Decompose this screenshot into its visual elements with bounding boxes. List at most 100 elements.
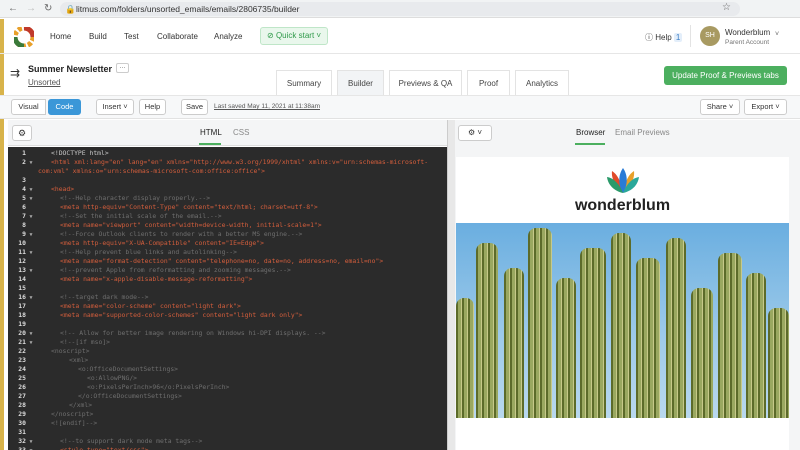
tab-previews-qa[interactable]: Previews & QA bbox=[389, 70, 462, 95]
share-dropdown[interactable]: Share ˅ bbox=[700, 99, 740, 115]
more-options-button[interactable]: ··· bbox=[116, 63, 129, 73]
update-proof-previews-button[interactable]: Update Proof & Previews tabs bbox=[664, 66, 787, 85]
line-number: 17 bbox=[18, 302, 26, 310]
code-text: <![endif]--> bbox=[51, 419, 98, 427]
code-text: </xml> bbox=[69, 401, 93, 409]
line-number: 27 bbox=[18, 392, 26, 400]
last-saved-link[interactable]: Last saved May 11, 2021 at 11:38am bbox=[214, 103, 320, 110]
tab-email-previews[interactable]: Email Previews bbox=[615, 128, 670, 137]
line-number: 26 bbox=[18, 383, 26, 391]
nav-collaborate[interactable]: Collaborate bbox=[157, 32, 198, 41]
avatar[interactable]: SH bbox=[700, 26, 720, 46]
litmus-logo-icon[interactable] bbox=[14, 27, 34, 47]
code-line: 3 bbox=[8, 176, 447, 185]
code-text: </noscript> bbox=[51, 410, 94, 418]
code-line: 13 ▼ <!--prevent Apple from reformatting a… bbox=[8, 266, 447, 275]
tab-proof[interactable]: Proof bbox=[467, 70, 510, 95]
code-line: 23 <xml> bbox=[8, 356, 447, 365]
export-label: Export bbox=[751, 102, 774, 111]
code-line: 7 ▼ <!--Set the initial scale of the email… bbox=[8, 212, 447, 221]
code-line: 27 </o:OfficeDocumentSettings> bbox=[8, 392, 447, 401]
check-circle-icon: ⊘ bbox=[267, 31, 276, 40]
line-number: 21 bbox=[18, 338, 26, 346]
code-text: <meta name="supported-color-schemes" con… bbox=[60, 311, 303, 319]
code-line: 31 bbox=[8, 428, 447, 437]
save-button[interactable]: Save bbox=[181, 99, 208, 115]
tab-browser[interactable]: Browser bbox=[576, 128, 605, 137]
line-number: 32 bbox=[18, 437, 26, 445]
line-number: 16 bbox=[18, 293, 26, 301]
back-icon[interactable]: ← bbox=[8, 3, 18, 14]
code-line: 2 ▼ <html xml:lang="en" lang="en" xmlns="h… bbox=[8, 158, 447, 167]
forward-icon[interactable]: → bbox=[26, 3, 36, 14]
code-line: 18 <meta name="supported-color-schemes" c… bbox=[8, 311, 447, 320]
line-number: 25 bbox=[18, 374, 26, 382]
code-text: <xml> bbox=[69, 356, 89, 364]
address-bar[interactable]: 🔒 litmus.com/folders/unsorted_emails/emai… bbox=[60, 2, 740, 16]
bookmark-star-icon[interactable]: ☆ bbox=[722, 2, 731, 13]
code-line: 14 <meta name="x-apple-disable-message-re… bbox=[8, 275, 447, 284]
tab-analytics[interactable]: Analytics bbox=[515, 70, 569, 95]
code-text: <head> bbox=[51, 185, 75, 193]
visual-mode-button[interactable]: Visual bbox=[11, 99, 46, 115]
chevron-down-icon[interactable]: ˅ bbox=[775, 31, 779, 38]
line-number: 2 bbox=[22, 158, 26, 166]
help-link[interactable]: ⓘ Help 1 bbox=[645, 32, 683, 43]
insert-label: Insert bbox=[102, 102, 122, 111]
preview-settings-button[interactable]: ⚙ ˅ bbox=[458, 125, 492, 141]
line-number: 19 bbox=[18, 320, 26, 328]
reload-icon[interactable]: ↻ bbox=[44, 3, 52, 14]
line-number: 31 bbox=[18, 428, 26, 436]
code-line: 20 ▼ <!-- Allow for better image rendering… bbox=[8, 329, 447, 338]
line-number: 22 bbox=[18, 347, 26, 355]
resize-handle[interactable] bbox=[447, 120, 455, 450]
code-text: <!--Help character display properly.--> bbox=[60, 194, 211, 202]
tab-builder[interactable]: Builder bbox=[337, 70, 384, 95]
code-line: 26 <o:PixelsPerInch>96</o:PixelsPerInch> bbox=[8, 383, 447, 392]
sidebar-toggle-icon[interactable]: ⇉ bbox=[10, 66, 20, 80]
line-number: 6 bbox=[22, 203, 26, 211]
code-editor[interactable]: 1 <!DOCTYPE html> 2 ▼ <html xml:lang="en" la… bbox=[8, 147, 447, 450]
export-dropdown[interactable]: Export ˅ bbox=[744, 99, 787, 115]
code-line: 25 <o:AllowPNG/> bbox=[8, 374, 447, 383]
help-label: Help bbox=[655, 33, 672, 42]
code-line: 11 ▼ <!--Help prevent blue links and autol… bbox=[8, 248, 447, 257]
code-text: <meta name="color-scheme" content="light… bbox=[60, 302, 241, 310]
code-text: <!--Set the initial scale of the email.-… bbox=[60, 212, 222, 220]
code-text: <!-- Allow for better image rendering on… bbox=[60, 329, 326, 337]
tab-css[interactable]: CSS bbox=[233, 128, 249, 137]
line-number: 11 bbox=[18, 248, 26, 256]
nav-home[interactable]: Home bbox=[50, 32, 71, 41]
folder-link[interactable]: Unsorted bbox=[28, 78, 60, 87]
nav-analyze[interactable]: Analyze bbox=[214, 32, 242, 41]
code-line: 21 ▼ <!--[if mso]> bbox=[8, 338, 447, 347]
nav-test[interactable]: Test bbox=[124, 32, 139, 41]
tab-html[interactable]: HTML bbox=[200, 128, 222, 137]
quick-start-button[interactable]: ⊘ Quick start ˅ bbox=[260, 27, 328, 45]
nav-build[interactable]: Build bbox=[89, 32, 107, 41]
code-text: <o:OfficeDocumentSettings> bbox=[78, 365, 179, 373]
line-number: 14 bbox=[18, 275, 26, 283]
email-title[interactable]: Summer Newsletter bbox=[28, 64, 112, 74]
quick-start-label: Quick start bbox=[275, 31, 315, 40]
code-text: <!--[if mso]> bbox=[60, 338, 111, 346]
code-line: 5 ▼ <!--Help character display properly.--… bbox=[8, 194, 447, 203]
help-button[interactable]: Help bbox=[139, 99, 166, 115]
code-line: 24 <o:OfficeDocumentSettings> bbox=[8, 365, 447, 374]
gear-icon[interactable]: ⚙ bbox=[12, 125, 32, 141]
lock-icon: 🔒 bbox=[65, 4, 76, 14]
line-number: 15 bbox=[18, 284, 26, 292]
account-role: Parent Account bbox=[725, 39, 770, 46]
line-number: 12 bbox=[18, 257, 26, 265]
insert-dropdown[interactable]: Insert ˅ bbox=[96, 99, 134, 115]
code-mode-button[interactable]: Code bbox=[48, 99, 81, 115]
window-edge bbox=[0, 19, 4, 450]
line-number: 18 bbox=[18, 311, 26, 319]
code-text: </o:OfficeDocumentSettings> bbox=[78, 392, 182, 400]
line-number: 28 bbox=[18, 401, 26, 409]
account-name[interactable]: Wonderblum bbox=[725, 28, 770, 37]
line-number: 8 bbox=[22, 221, 26, 229]
url-text: litmus.com/folders/unsorted_emails/email… bbox=[76, 4, 300, 14]
tab-summary[interactable]: Summary bbox=[276, 70, 332, 95]
